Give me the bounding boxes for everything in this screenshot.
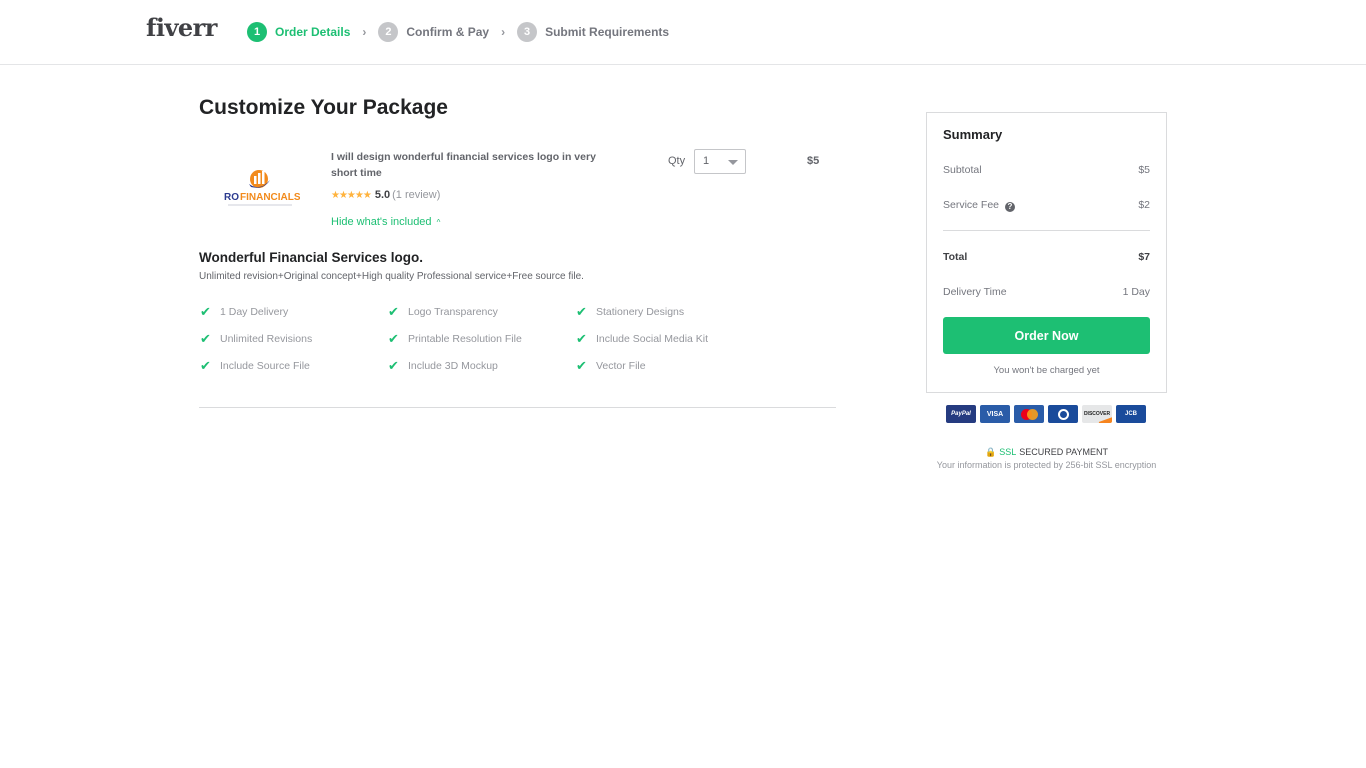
gig-price: $5 bbox=[807, 155, 820, 167]
feature-label: Include Social Media Kit bbox=[596, 333, 709, 345]
ssl-label: SECURED PAYMENT bbox=[1019, 447, 1108, 457]
mastercard-icon bbox=[1014, 405, 1044, 423]
hide-whats-included-link[interactable]: Hide what's included ^ bbox=[331, 216, 440, 228]
rofinancials-logo-icon: RO FINANCIALS bbox=[224, 170, 301, 206]
total-label: Total bbox=[943, 251, 968, 263]
order-now-button[interactable]: Order Now bbox=[943, 317, 1150, 354]
feature-label: 1 Day Delivery bbox=[220, 306, 289, 318]
star-rating-icon: ★★★★★ bbox=[331, 189, 372, 201]
total-row: Total $7 bbox=[943, 251, 1150, 263]
order-summary: Summary Subtotal $5 Service Fee ? $2 Tot… bbox=[926, 112, 1167, 393]
gig-title[interactable]: I will design wonderful financial servic… bbox=[331, 149, 621, 181]
feature-label: Printable Resolution File bbox=[408, 333, 522, 345]
service-fee-row: Service Fee ? $2 bbox=[943, 199, 1150, 212]
package-title: Wonderful Financial Services logo. bbox=[199, 250, 424, 265]
quantity-value: 1 bbox=[703, 155, 710, 167]
quantity-select[interactable]: 1 bbox=[694, 149, 746, 174]
svg-text:RO: RO bbox=[224, 192, 239, 203]
paypal-icon: PayPal bbox=[946, 405, 976, 423]
feature-label: Unlimited Revisions bbox=[220, 333, 313, 345]
package-description: Unlimited revision+Original concept+High… bbox=[199, 271, 584, 282]
feature-item: ✔ Include 3D Mockup bbox=[388, 358, 576, 374]
checkmark-icon: ✔ bbox=[388, 358, 399, 373]
feature-label: Include Source File bbox=[220, 360, 310, 372]
feature-item: ✔ 1 Day Delivery bbox=[200, 304, 388, 320]
feature-item: ✔ Printable Resolution File bbox=[388, 331, 576, 347]
checkout-steps: 1 Order Details › 2 Confirm & Pay › 3 Su… bbox=[247, 22, 669, 42]
subtotal-label: Subtotal bbox=[943, 164, 982, 176]
summary-title: Summary bbox=[943, 127, 1003, 142]
page-title: Customize Your Package bbox=[199, 96, 448, 119]
delivery-time-row: Delivery Time 1 Day bbox=[943, 286, 1150, 298]
checkmark-icon: ✔ bbox=[200, 331, 211, 346]
summary-divider bbox=[943, 230, 1150, 231]
checkmark-icon: ✔ bbox=[576, 331, 587, 346]
feature-item: ✔ Vector File bbox=[576, 358, 764, 374]
feature-item: ✔ Logo Transparency bbox=[388, 304, 576, 320]
ssl-secured-payment: 🔒 SSL SECURED PAYMENT bbox=[926, 447, 1167, 458]
checkmark-icon: ✔ bbox=[388, 331, 399, 346]
discover-icon: DISCOVER bbox=[1082, 405, 1112, 423]
diners-club-icon bbox=[1048, 405, 1078, 423]
delivery-time-label: Delivery Time bbox=[943, 286, 1007, 298]
chevron-up-icon: ^ bbox=[436, 218, 441, 227]
top-header: fiverr 1 Order Details › 2 Confirm & Pay… bbox=[0, 0, 1366, 65]
rating-score: 5.0 bbox=[374, 189, 391, 201]
step-submit-requirements[interactable]: 3 Submit Requirements bbox=[517, 22, 669, 42]
step-number: 2 bbox=[378, 22, 399, 42]
svg-text:FINANCIALS: FINANCIALS bbox=[240, 192, 300, 203]
service-fee-label: Service Fee bbox=[943, 199, 1000, 211]
checkmark-icon: ✔ bbox=[576, 358, 587, 373]
step-number: 1 bbox=[247, 22, 267, 42]
qty-label: Qty bbox=[668, 155, 686, 167]
gig-rating: ★★★★★ 5.0 (1 review) bbox=[331, 189, 440, 201]
feature-label: Include 3D Mockup bbox=[408, 360, 498, 372]
visa-icon: VISA bbox=[980, 405, 1010, 423]
service-fee-value: $2 bbox=[1138, 199, 1150, 211]
subtotal-value: $5 bbox=[1138, 164, 1150, 176]
checkmark-icon: ✔ bbox=[200, 304, 211, 319]
fiverr-logo[interactable]: fiverr bbox=[146, 13, 217, 42]
feature-item: ✔ Unlimited Revisions bbox=[200, 331, 388, 347]
help-icon[interactable]: ? bbox=[1004, 202, 1015, 212]
ssl-word: SSL bbox=[999, 447, 1017, 457]
step-order-details[interactable]: 1 Order Details bbox=[247, 22, 350, 42]
feature-label: Stationery Designs bbox=[596, 306, 685, 318]
chevron-right-icon: › bbox=[362, 25, 367, 39]
feature-item: ✔ Include Source File bbox=[200, 358, 388, 374]
step-number: 3 bbox=[517, 22, 538, 42]
jcb-icon: JCB bbox=[1116, 405, 1146, 423]
charged-note: You won't be charged yet bbox=[993, 365, 1100, 376]
step-confirm-pay[interactable]: 2 Confirm & Pay bbox=[378, 22, 489, 42]
subtotal-row: Subtotal $5 bbox=[943, 164, 1150, 176]
checkmark-icon: ✔ bbox=[200, 358, 211, 373]
total-value: $7 bbox=[1138, 251, 1150, 263]
chevron-right-icon: › bbox=[501, 25, 506, 39]
delivery-time-value: 1 Day bbox=[1122, 286, 1150, 298]
payment-methods: PayPal VISA DISCOVER JCB bbox=[946, 405, 1146, 423]
checkmark-icon: ✔ bbox=[388, 304, 399, 319]
feature-item: ✔ Stationery Designs bbox=[576, 304, 764, 320]
step-label: Submit Requirements bbox=[545, 25, 670, 39]
feature-item: ✔ Include Social Media Kit bbox=[576, 331, 764, 347]
ssl-note: Your information is protected by 256-bit… bbox=[936, 460, 1157, 470]
feature-label: Logo Transparency bbox=[408, 306, 498, 318]
package-features: ✔ 1 Day Delivery ✔ Logo Transparency ✔ Stat… bbox=[200, 304, 770, 374]
dropdown-arrow-icon bbox=[728, 160, 738, 165]
feature-label: Vector File bbox=[596, 360, 646, 372]
checkmark-icon: ✔ bbox=[576, 304, 587, 319]
review-count: (1 review) bbox=[392, 189, 441, 201]
gig-thumbnail[interactable]: RO FINANCIALS bbox=[218, 168, 301, 208]
section-divider bbox=[199, 407, 836, 408]
step-label: Order Details bbox=[275, 25, 351, 39]
lock-icon: 🔒 bbox=[985, 447, 997, 457]
step-label: Confirm & Pay bbox=[406, 25, 490, 39]
hide-link-label: Hide what's included bbox=[331, 216, 432, 228]
